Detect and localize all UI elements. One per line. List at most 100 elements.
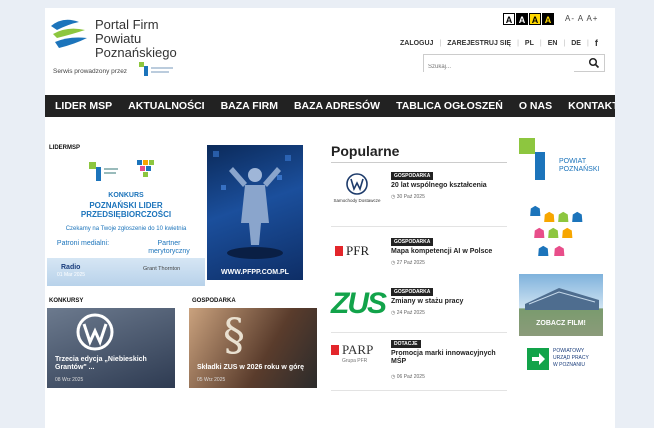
separator: | <box>586 39 589 47</box>
svg-text:☗: ☗ <box>537 244 550 260</box>
popular-title: Popularne <box>331 143 400 159</box>
pup-ad[interactable]: POWIATOWY URZĄD PRACY W POZNANIU <box>519 344 603 384</box>
parp-sub-text: Grupa PFR <box>342 358 368 364</box>
popular-item-title[interactable]: Promocja marki innowacyjnych MŚP <box>391 350 505 366</box>
register-link[interactable]: ZAREJESTRUJ SIĘ <box>447 40 511 47</box>
pup-line3: W POZNANIU <box>553 362 585 368</box>
vw-brand-text: Samochody Dostawcze <box>333 198 381 203</box>
popular-item-date: ◷ 27 Paź 2025 <box>391 260 425 266</box>
tile-caption: Składki ZUS w 2026 roku w górę <box>197 364 304 371</box>
svg-text:☗: ☗ <box>561 226 574 242</box>
search-icon[interactable] <box>588 57 600 69</box>
popular-item[interactable]: ZUS GOSPODARKA Zmiany w stażu pracy ◷ 24… <box>331 284 507 334</box>
nav-o-nas[interactable]: O NAS <box>511 95 560 117</box>
svg-text:☗: ☗ <box>553 244 566 260</box>
popular-item[interactable]: PFR GOSPODARKA Mapa kompetencji AI w Pol… <box>331 234 507 284</box>
category-badge: GOSPODARKA <box>391 172 434 180</box>
banner-title-line2: PRZEDSIĘBIORCZOŚCI <box>80 210 172 219</box>
svg-text:☗: ☗ <box>557 210 570 226</box>
popular-separator <box>331 226 507 227</box>
category-badge: GOSPODARKA <box>391 238 434 246</box>
svg-text:☗: ☗ <box>543 210 556 226</box>
contrast-yellow-button[interactable]: A <box>529 13 541 25</box>
popular-item-date: ◷ 06 Paź 2025 <box>391 374 425 380</box>
popular-item-title[interactable]: Mapa kompetencji AI w Polsce <box>391 248 505 256</box>
film-caption: ZOBACZ FILM! <box>536 320 586 327</box>
site-logo[interactable]: Portal Firm Powiatu Poznańskiego <box>49 12 199 60</box>
banner-patroni: Patroni medialni: <box>56 240 110 247</box>
lang-en-link[interactable]: EN <box>548 40 558 47</box>
top-links: ZALOGUJ | ZAREJESTRUJ SIĘ | PL | EN | DE… <box>400 38 598 48</box>
sport-figures-ad[interactable]: ☗ ☗ ☗ ☗ ☗ ☗ ☗ ☗ ☗ <box>519 200 603 264</box>
lang-pl-link[interactable]: PL <box>525 40 534 47</box>
zus-logo: ZUS <box>331 287 387 320</box>
banner-deadline: Czekamy na Twoje zgłoszenie do 10 kwietn… <box>65 226 187 232</box>
lidermsp-banner[interactable]: KONKURS POZNAŃSKI LIDER PRZEDSIĘBIORCZOŚ… <box>47 150 205 286</box>
logo-mark-icon <box>51 19 87 48</box>
category-badge: DOTACJE <box>391 340 421 348</box>
popular-item-date: ◷ 24 Paź 2025 <box>391 310 425 316</box>
nav-tablica-ogloszen[interactable]: TABLICA OGŁOSZEŃ <box>388 95 511 117</box>
popular-item[interactable]: PARP Grupa PFR DOTACJE Promocja marki in… <box>331 336 507 386</box>
popular-separator <box>331 390 507 391</box>
date-text: 27 Paź 2025 <box>396 260 425 266</box>
powiat-poznanski-ad[interactable]: POWIAT POZNAŃSKI <box>519 132 603 192</box>
main-nav: LIDER MSP AKTUALNOŚCI BAZA FIRM BAZA ADR… <box>45 95 615 117</box>
nav-kontakt[interactable]: KONTAKT <box>560 95 615 117</box>
nav-aktualnosci[interactable]: AKTUALNOŚCI <box>120 95 212 117</box>
popular-thumb: PARP Grupa PFR <box>331 340 383 376</box>
search-input[interactable] <box>424 59 574 75</box>
contrast-normal-button[interactable]: A <box>503 13 515 25</box>
news-tile-gospodarka[interactable]: § Składki ZUS w 2026 roku w górę 05 Wrz … <box>189 308 317 388</box>
news-tile-konkursy[interactable]: Trzecia edycja „Niebieskich Grantów" ...… <box>47 308 175 388</box>
banner-konkurs: KONKURS <box>108 192 144 199</box>
svg-text:☗: ☗ <box>529 204 542 220</box>
svg-text:☗: ☗ <box>571 210 584 226</box>
date-text: 30 Paź 2025 <box>396 194 425 200</box>
nav-baza-firm[interactable]: BAZA FIRM <box>213 95 286 117</box>
statue-banner[interactable]: WWW.PFPP.COM.PL <box>207 145 303 280</box>
running-figures-icon: ☗ ☗ ☗ ☗ ☗ ☗ ☗ ☗ ☗ <box>529 204 584 260</box>
serwis-label: Serwis prowadzony przez <box>53 68 128 75</box>
paragraph-sign-icon: § <box>223 310 245 361</box>
pup-line1: POWIATOWY <box>553 348 585 354</box>
pup-line2: URZĄD PRACY <box>553 355 589 361</box>
popular-item-title[interactable]: 20 lat wspólnego kształcenia <box>391 182 505 190</box>
nav-baza-adresow[interactable]: BAZA ADRESÓW <box>286 95 388 117</box>
contrast-black-button[interactable]: A <box>516 13 528 25</box>
nav-lider-msp[interactable]: LIDER MSP <box>45 95 120 117</box>
logo-line2: Powiatu Poznańskiego <box>95 31 177 60</box>
facebook-icon[interactable]: f <box>595 38 598 48</box>
login-link[interactable]: ZALOGUJ <box>400 40 433 47</box>
logo-line1: Portal Firm <box>95 17 159 32</box>
popular-item[interactable]: Samochody Dostawcze GOSPODARKA 20 lat ws… <box>331 168 507 218</box>
section-label-gospodarka: GOSPODARKA <box>192 298 236 304</box>
date-text: 24 Paź 2025 <box>396 310 425 316</box>
date-text: 06 Paź 2025 <box>396 374 425 380</box>
svg-text:☗: ☗ <box>547 226 560 242</box>
popular-thumb: PFR <box>331 238 383 274</box>
contrast-switcher: A A A A <box>503 13 554 25</box>
banner-date: 01 Mar 2025 <box>57 272 86 278</box>
parp-logo-text: PARP <box>342 342 374 357</box>
popular-separator <box>331 332 507 333</box>
lang-de-link[interactable]: DE <box>571 40 581 47</box>
section-label-konkursy: KONKURSY <box>49 298 84 304</box>
banner-title-line1: POZNAŃSKI LIDER <box>89 201 163 210</box>
separator: | <box>563 39 566 47</box>
banner-title: POZNAŃSKI LIDER PRZEDSIĘBIORCZOŚCI <box>47 201 205 219</box>
zobacz-film-banner[interactable]: ZOBACZ FILM! <box>519 274 603 336</box>
tile-caption: Trzecia edycja „Niebieskich Grantów" ... <box>55 356 147 371</box>
powiat-mini-logo-icon[interactable] <box>137 60 177 78</box>
building-icon <box>525 288 599 310</box>
grant-thornton-logo: Grant Thornton <box>143 266 181 272</box>
popular-thumb: Samochody Dostawcze <box>331 172 383 208</box>
font-size-switcher[interactable]: A- A A+ <box>565 14 598 23</box>
page: Portal Firm Powiatu Poznańskiego Serwis … <box>45 8 615 428</box>
popular-item-date: ◷ 30 Paź 2025 <box>391 194 425 200</box>
vw-logo-icon <box>76 313 114 351</box>
contrast-black-yellow-button[interactable]: A <box>542 13 554 25</box>
statue-figure-icon <box>213 151 291 259</box>
vw-logo-icon <box>346 173 368 195</box>
popular-item-title[interactable]: Zmiany w stażu pracy <box>391 298 505 306</box>
